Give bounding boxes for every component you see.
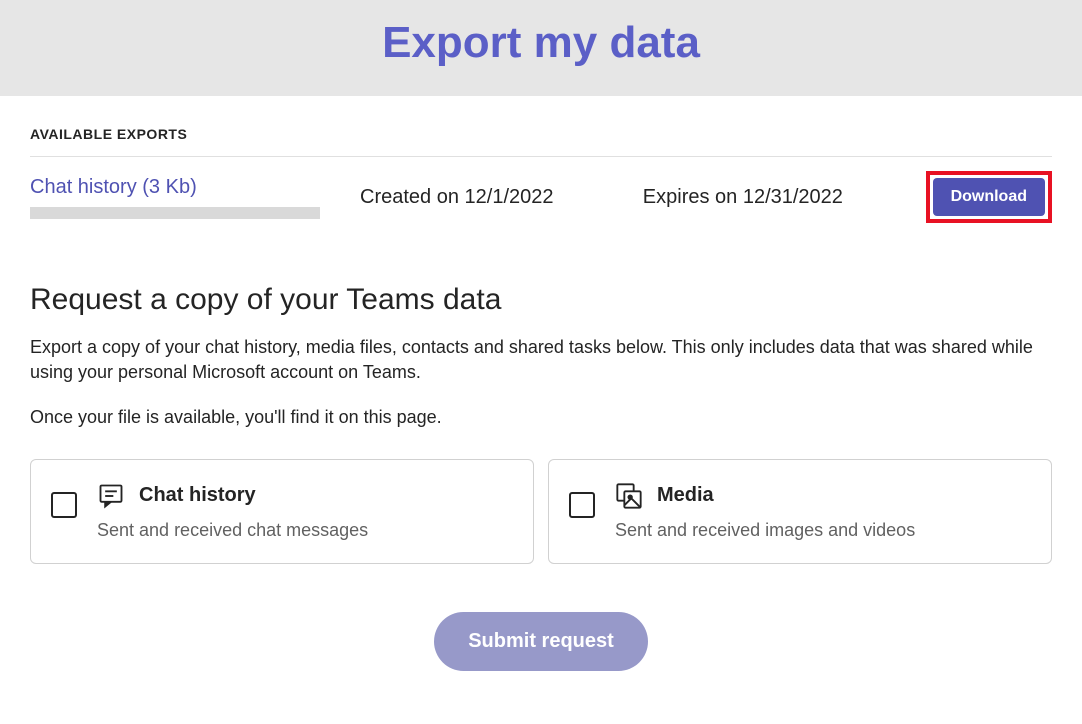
option-media-desc: Sent and received images and videos — [615, 520, 915, 541]
divider — [30, 156, 1052, 157]
export-row: Chat history (3 Kb) Created on 12/1/2022… — [30, 171, 1052, 223]
request-title: Request a copy of your Teams data — [30, 283, 1052, 317]
header-band: Export my data — [0, 0, 1082, 96]
redacted-bar — [30, 207, 320, 219]
options-grid: Chat history Sent and received chat mess… — [30, 459, 1052, 564]
option-chat-title: Chat history — [139, 484, 256, 507]
media-icon — [615, 482, 643, 510]
checkbox-chat[interactable] — [51, 492, 77, 518]
option-chat-desc: Sent and received chat messages — [97, 520, 368, 541]
available-exports-label: AVAILABLE EXPORTS — [30, 126, 1052, 142]
export-expires: Expires on 12/31/2022 — [643, 186, 886, 209]
chat-icon — [97, 482, 125, 510]
request-description-1: Export a copy of your chat history, medi… — [30, 335, 1052, 385]
option-media-title: Media — [657, 484, 714, 507]
submit-wrapper: Submit request — [30, 612, 1052, 671]
option-card-chat: Chat history Sent and received chat mess… — [30, 459, 534, 564]
option-card-media: Media Sent and received images and video… — [548, 459, 1052, 564]
export-name-link[interactable]: Chat history (3 Kb) — [30, 176, 197, 199]
download-highlight: Download — [926, 171, 1052, 223]
content: AVAILABLE EXPORTS Chat history (3 Kb) Cr… — [0, 96, 1082, 711]
page-title: Export my data — [0, 18, 1082, 68]
export-left: Chat history (3 Kb) — [30, 176, 320, 219]
checkbox-media[interactable] — [569, 492, 595, 518]
export-created: Created on 12/1/2022 — [360, 186, 603, 209]
submit-request-button[interactable]: Submit request — [434, 612, 648, 671]
request-description-2: Once your file is available, you'll find… — [30, 405, 1052, 430]
download-button[interactable]: Download — [933, 178, 1045, 216]
